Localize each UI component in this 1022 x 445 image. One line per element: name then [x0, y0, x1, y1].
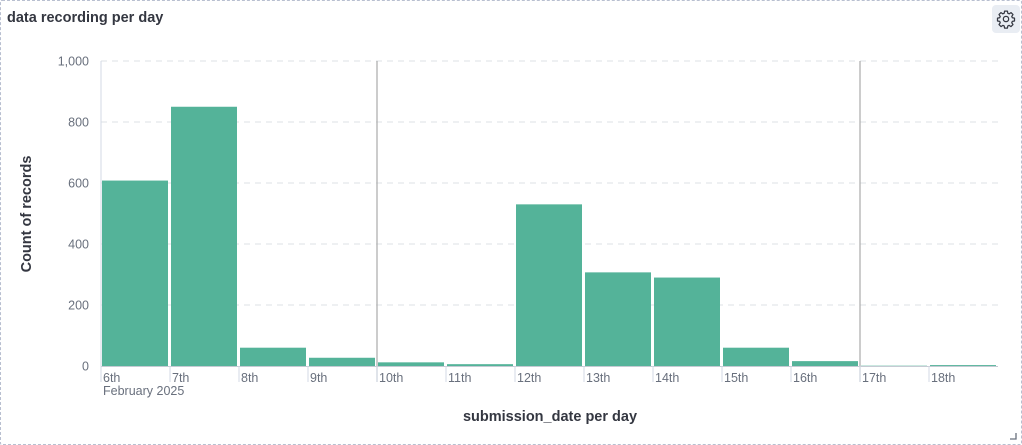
x-tick-label: 15th: [724, 371, 748, 385]
x-tick-label: 8th: [241, 371, 258, 385]
x-tick-label: 11th: [448, 371, 471, 385]
x-tick-label: 13th: [586, 371, 610, 385]
x-tick-label: 18th: [931, 371, 955, 385]
bar-11th[interactable]: [447, 364, 513, 366]
bar-15th[interactable]: [723, 347, 789, 366]
bar-18th[interactable]: [930, 365, 996, 366]
bar-10th[interactable]: [378, 362, 444, 366]
x-axis-title: submission_date per day: [463, 409, 637, 425]
x-tick-label: 7th: [172, 371, 189, 385]
bar-12th[interactable]: [516, 204, 582, 366]
bar-13th[interactable]: [585, 272, 651, 366]
bar-9th[interactable]: [309, 357, 375, 366]
bar-14th[interactable]: [654, 277, 720, 366]
x-tick-label: 9th: [310, 371, 327, 385]
bar-chart: 0 200 400 600 800 1,000 6th 7th 8th 9th 10th 11th 12…: [19, 55, 998, 425]
x-tick-label: 12th: [517, 371, 541, 385]
x-sublabel: February 2025: [103, 384, 184, 398]
y-tick-label: 800: [68, 116, 89, 130]
bar-7th[interactable]: [171, 106, 237, 366]
y-tick-label: 600: [68, 177, 89, 191]
x-tick-label: 14th: [655, 371, 679, 385]
y-tick-label: 200: [68, 299, 89, 313]
y-tick-label: 400: [68, 238, 89, 252]
y-axis-title: Count of records: [19, 156, 35, 273]
x-tick-label: 6th: [103, 371, 120, 385]
bar-6th[interactable]: [102, 180, 168, 366]
y-tick-label: 0: [82, 360, 89, 374]
bar-16th[interactable]: [792, 361, 858, 366]
x-tick-label: 10th: [379, 371, 403, 385]
x-tick-label: 17th: [862, 371, 886, 385]
y-tick-label: 1,000: [58, 55, 89, 69]
x-tick-label: 16th: [793, 371, 817, 385]
bar-8th[interactable]: [240, 347, 306, 366]
